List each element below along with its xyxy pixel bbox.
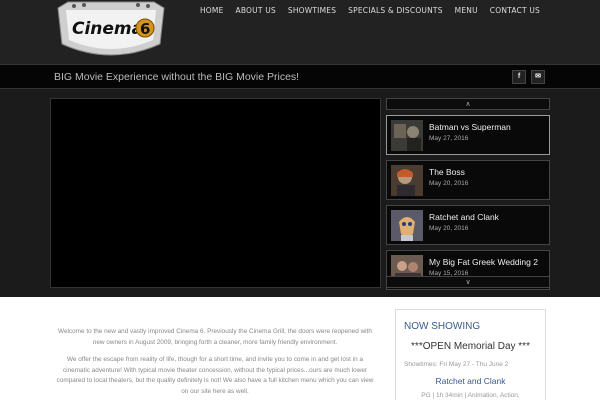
main-nav: HOME ABOUT US SHOWTIMES SPECIALS & DISCO… — [194, 6, 546, 16]
tagline-bar: BIG Movie Experience without the BIG Mov… — [0, 64, 600, 89]
playlist-item-date: May 20, 2016 — [429, 180, 469, 187]
trailer-section: ∧ Batman vs Superman May 27, 2016 The Bo… — [0, 89, 600, 297]
playlist-item-title: The Boss — [429, 167, 465, 177]
trailer-thumbnail — [391, 120, 423, 151]
movie-meta: PG | 1h 34min | Animation, Action, — [421, 392, 520, 399]
nav-menu[interactable]: MENU — [449, 6, 484, 16]
now-showing-title: NOW SHOWING — [404, 321, 481, 332]
nav-contact-us[interactable]: CONTACT US — [484, 6, 546, 16]
site-header: Cinema 6 HOME ABOUT US SHOWTIMES SPECIAL… — [0, 0, 600, 64]
now-showing-widget: NOW SHOWING ***OPEN Memorial Day *** Sho… — [395, 309, 546, 400]
svg-text:6: 6 — [140, 20, 150, 38]
welcome-paragraph: We offer the escape from reality of life… — [56, 356, 374, 395]
trailer-thumbnail — [391, 165, 423, 196]
playlist-item[interactable]: Ratchet and Clank May 20, 2016 — [386, 205, 550, 245]
playlist-item-title: Ratchet and Clank — [429, 212, 499, 222]
playlist-up-arrow-icon[interactable]: ∧ — [386, 98, 550, 110]
welcome-text: Welcome to the new and vastly improved C… — [54, 327, 376, 400]
tagline: BIG Movie Experience without the BIG Mov… — [54, 71, 300, 83]
cinema6-logo[interactable]: Cinema 6 — [54, 0, 168, 62]
main-content: Welcome to the new and vastly improved C… — [0, 297, 600, 400]
video-player[interactable] — [50, 98, 381, 288]
playlist-item-date: May 20, 2016 — [429, 225, 469, 232]
nav-showtimes[interactable]: SHOWTIMES — [282, 6, 342, 16]
trailer-playlist: ∧ Batman vs Superman May 27, 2016 The Bo… — [386, 98, 550, 290]
email-icon[interactable]: ✉ — [531, 70, 545, 84]
movie-title-link[interactable]: Ratchet and Clank — [396, 376, 545, 386]
showtimes-dates: Showtimes: Fri May 27 - Thu June 2 — [404, 361, 509, 368]
nav-about-us[interactable]: ABOUT US — [230, 6, 282, 16]
trailer-thumbnail — [391, 210, 423, 241]
playlist-item[interactable]: The Boss May 20, 2016 — [386, 160, 550, 200]
playlist-item-date: May 27, 2016 — [429, 135, 469, 142]
welcome-paragraph: Welcome to the new and vastly improved C… — [58, 328, 372, 346]
facebook-icon[interactable]: f — [512, 70, 526, 84]
playlist-down-arrow-icon[interactable]: ∨ — [386, 276, 550, 288]
playlist-item[interactable]: Batman vs Superman May 27, 2016 — [386, 115, 550, 155]
playlist-item-title: My Big Fat Greek Wedding 2 — [429, 257, 538, 267]
playlist-item-title: Batman vs Superman — [429, 122, 511, 132]
nav-specials[interactable]: SPECIALS & DISCOUNTS — [342, 6, 449, 16]
svg-text:Cinema: Cinema — [72, 19, 143, 39]
now-showing-notice: ***OPEN Memorial Day *** — [411, 341, 530, 352]
nav-home[interactable]: HOME — [194, 6, 230, 16]
